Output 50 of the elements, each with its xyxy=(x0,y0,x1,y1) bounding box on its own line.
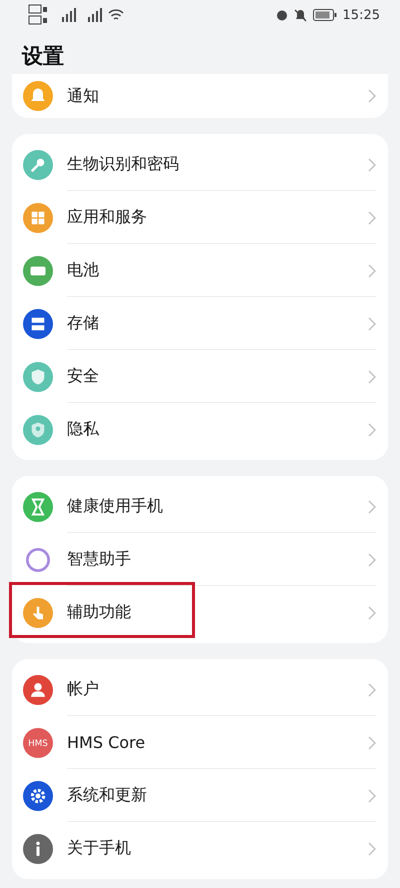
row-label: 存储 xyxy=(67,313,100,334)
row-label: 关于手机 xyxy=(67,838,132,859)
chevron-icon xyxy=(368,210,376,224)
wifi-icon xyxy=(108,8,124,22)
settings-row[interactable]: HMS HMS Core xyxy=(12,716,388,769)
sim-cards-icon xyxy=(28,4,50,26)
battery-icon xyxy=(312,9,337,21)
status-time: 15:25 xyxy=(342,8,380,22)
settings-row[interactable]: 应用和服务 xyxy=(12,191,388,244)
row-label: 应用和服务 xyxy=(67,207,148,228)
row-label: 生物识别和密码 xyxy=(67,154,180,175)
settings-row[interactable]: 电池 xyxy=(12,244,388,297)
chevron-icon xyxy=(368,422,376,436)
settings-row[interactable]: 健康使用手机 xyxy=(12,480,388,533)
settings-row[interactable]: 安全 xyxy=(12,350,388,403)
page-title: 设置 xyxy=(22,43,65,70)
row-label: HMS Core xyxy=(67,733,146,752)
settings-row[interactable]: 关于手机 xyxy=(12,822,388,875)
chevron-icon xyxy=(368,316,376,330)
chevron-icon xyxy=(368,158,376,172)
settings-row[interactable]: 智慧助手 xyxy=(12,533,388,586)
row-label: 健康使用手机 xyxy=(67,496,164,517)
settings-row[interactable]: 系统和更新 xyxy=(12,769,388,822)
settings-row[interactable]: 辅助功能 xyxy=(12,586,388,639)
mute-bell-icon xyxy=(294,8,307,22)
row-label: 智慧助手 xyxy=(67,549,132,570)
chevron-icon xyxy=(368,736,376,750)
chevron-icon xyxy=(368,500,376,514)
chevron-icon xyxy=(368,370,376,384)
settings-row[interactable]: 帐户 xyxy=(12,663,388,716)
alarm-icon xyxy=(276,9,288,21)
settings-row[interactable]: 存储 xyxy=(12,297,388,350)
chevron-icon xyxy=(368,89,376,103)
row-label: 帐户 xyxy=(67,679,100,700)
row-label: 通知 xyxy=(67,86,100,106)
chevron-icon xyxy=(368,264,376,278)
settings-row[interactable]: 生物识别和密码 xyxy=(12,138,388,191)
row-label: 隐私 xyxy=(67,419,100,440)
chevron-icon xyxy=(368,788,376,802)
settings-row[interactable]: 通知 xyxy=(12,74,388,118)
chevron-icon xyxy=(368,682,376,696)
text-icon: HMS xyxy=(23,728,53,758)
row-label: 电池 xyxy=(67,260,100,281)
row-label: 安全 xyxy=(67,366,100,387)
settings-row[interactable]: 隐私 xyxy=(12,403,388,456)
row-label: 辅助功能 xyxy=(67,602,132,623)
row-label: 系统和更新 xyxy=(67,785,148,806)
chevron-icon xyxy=(368,842,376,856)
chevron-icon xyxy=(368,606,376,620)
chevron-icon xyxy=(368,552,376,566)
